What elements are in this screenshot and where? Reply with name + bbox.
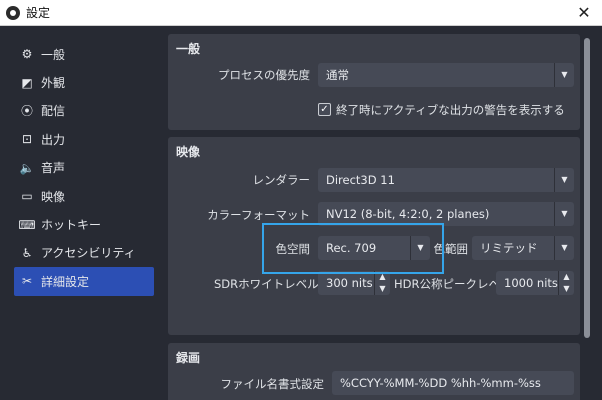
sidebar-item[interactable]: ⚙ 一般 xyxy=(14,40,154,68)
color-format-value: NV12 (8-bit, 4:2:0, 2 planes) xyxy=(326,207,490,221)
window-title: 設定 xyxy=(26,6,51,20)
settings-sidebar: ⚙ 一般 ◩ 外観 ⦿ 配信 ⊡ 出力 🔈 音声 ▭ 映像 ⌨ ホットキー ♿ アクセシビリティ ✂ 詳細設定 xyxy=(0,26,160,400)
general-panel-title: 一般 xyxy=(176,42,201,56)
close-button[interactable]: ✕ xyxy=(574,3,594,23)
sidebar-item-label: 音声 xyxy=(41,161,66,176)
recording-panel-title: 録画 xyxy=(176,351,201,365)
sidebar-item-label: 配信 xyxy=(41,104,66,119)
sidebar-item[interactable]: ◩ 外観 xyxy=(14,68,154,96)
sidebar-item[interactable]: 🔈 音声 xyxy=(14,154,154,182)
chevron-down-icon: ▼ xyxy=(554,236,574,260)
speaker-icon: 🔈 xyxy=(19,160,35,175)
broadcast-icon: ⦿ xyxy=(20,104,33,119)
sidebar-item-label: 詳細設定 xyxy=(41,274,90,289)
sidebar-item[interactable]: ▭ 映像 xyxy=(14,182,154,210)
sidebar-item-label: 映像 xyxy=(41,189,66,204)
sdr-white-level-value: 300 nits xyxy=(326,276,373,290)
filename-format-label: ファイル名書式設定 xyxy=(220,377,325,391)
wrench-icon: ✂ xyxy=(21,274,33,289)
hdr-peak-level-value: 1000 nits xyxy=(504,276,558,290)
chevron-down-icon: ▼ xyxy=(554,202,574,226)
obs-logo-icon xyxy=(6,5,20,20)
video-panel-title: 映像 xyxy=(176,145,201,159)
process-priority-label: プロセスの優先度 xyxy=(218,68,310,82)
sidebar-item-label: アクセシビリティ xyxy=(41,246,136,261)
color-range-select[interactable]: リミテッド ▼ xyxy=(472,236,574,260)
sidebar-item-label: 出力 xyxy=(41,132,66,147)
warn-on-exit-label: 終了時にアクティブな出力の警告を表示する xyxy=(336,103,565,117)
sdr-white-level-label: SDRホワイトレベル xyxy=(214,277,319,291)
palette-icon: ◩ xyxy=(21,75,33,90)
chevron-down-icon: ▼ xyxy=(554,63,574,87)
sidebar-item[interactable]: ♿ アクセシビリティ xyxy=(14,239,154,267)
monitor-icon: ▭ xyxy=(21,189,33,204)
spin-buttons[interactable]: ▲ ▼ xyxy=(374,271,390,295)
sdr-white-level-spinbox[interactable]: 300 nits ▲ ▼ xyxy=(318,271,390,295)
sidebar-item[interactable]: ⦿ 配信 xyxy=(14,97,154,125)
hdr-peak-level-label: HDR公称ピークレベル xyxy=(394,277,512,291)
sidebar-item-label: ホットキー xyxy=(41,218,102,233)
chevron-up-icon[interactable]: ▲ xyxy=(559,271,574,283)
sidebar-item[interactable]: ✂ 詳細設定 xyxy=(14,267,154,296)
renderer-label: レンダラー xyxy=(252,173,311,187)
output-icon: ⊡ xyxy=(21,132,33,147)
sidebar-item[interactable]: ⊡ 出力 xyxy=(14,125,154,153)
sidebar-item-label: 外観 xyxy=(41,76,66,91)
content-scrollbar[interactable] xyxy=(584,38,590,338)
color-space-highlight-box xyxy=(262,223,444,274)
process-priority-value: 通常 xyxy=(326,68,349,82)
title-bar: 設定 ✕ xyxy=(0,0,602,26)
sidebar-item-label: 一般 xyxy=(41,47,66,62)
sidebar-item[interactable]: ⌨ ホットキー xyxy=(14,210,154,238)
color-format-label: カラーフォーマット xyxy=(207,208,310,222)
accessibility-icon: ♿ xyxy=(21,245,33,260)
color-range-value: リミテッド xyxy=(480,241,538,255)
gear-icon: ⚙ xyxy=(21,47,33,62)
spin-buttons[interactable]: ▲ ▼ xyxy=(558,271,574,295)
filename-format-input[interactable]: %CCYY-%MM-%DD %hh-%mm-%ss xyxy=(332,371,574,395)
warn-on-exit-checkbox[interactable]: ✓ xyxy=(318,103,331,116)
chevron-down-icon: ▼ xyxy=(554,168,574,192)
chevron-down-icon[interactable]: ▼ xyxy=(559,283,574,295)
renderer-value: Direct3D 11 xyxy=(326,173,395,187)
chevron-down-icon[interactable]: ▼ xyxy=(375,283,390,295)
keyboard-icon: ⌨ xyxy=(18,217,36,232)
renderer-select[interactable]: Direct3D 11 ▼ xyxy=(318,168,574,192)
process-priority-select[interactable]: 通常 ▼ xyxy=(318,63,574,87)
hdr-peak-level-spinbox[interactable]: 1000 nits ▲ ▼ xyxy=(496,271,574,295)
